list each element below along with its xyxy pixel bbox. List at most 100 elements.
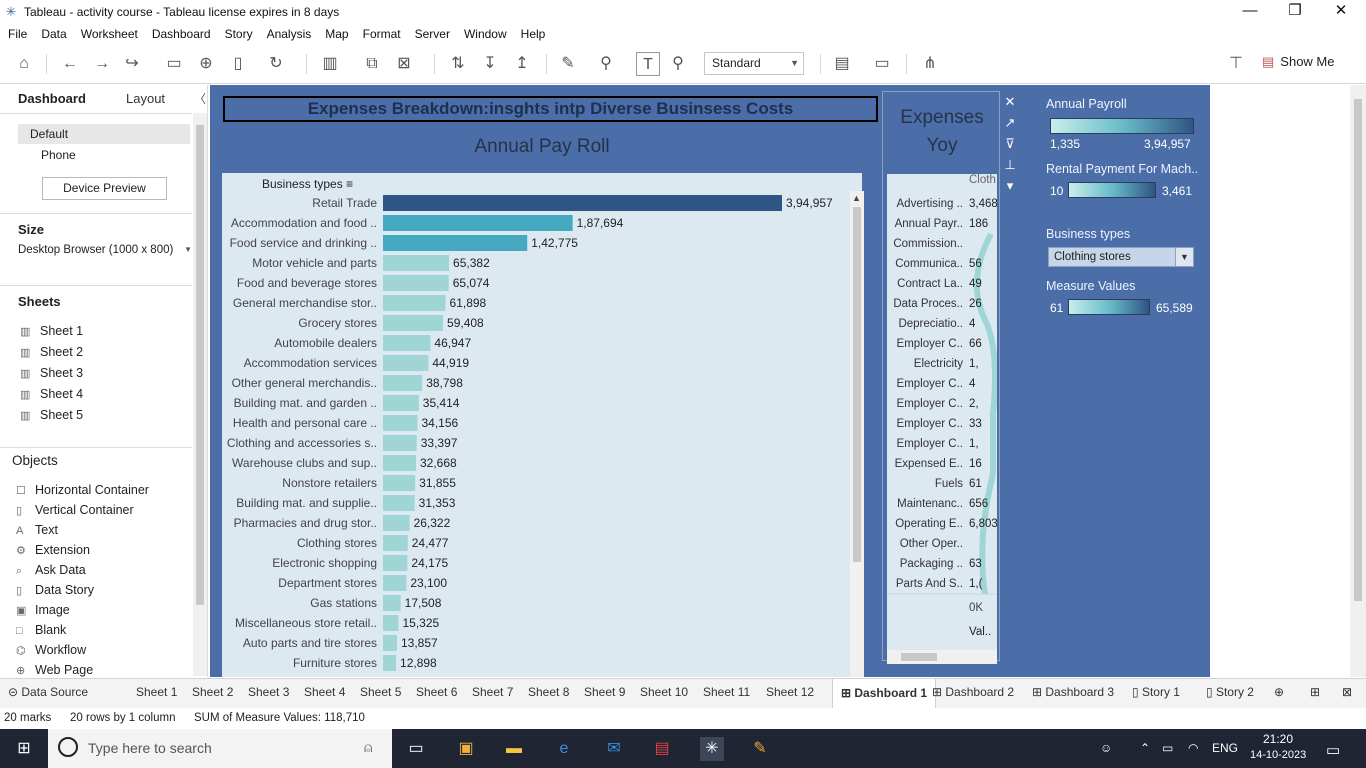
tab-sheet-11[interactable]: Sheet 11 xyxy=(703,685,750,699)
tab-story-2[interactable]: ▯ Story 2 xyxy=(1206,685,1254,699)
swap-rows-columns-icon[interactable]: ⇅ xyxy=(446,52,470,76)
language-indicator[interactable]: ENG xyxy=(1212,741,1238,755)
sheet-item[interactable]: ▥ Sheet 1 xyxy=(20,321,83,341)
object-workflow[interactable]: ⌬ Workflow xyxy=(16,640,86,660)
bar[interactable] xyxy=(383,435,417,451)
bar[interactable] xyxy=(383,515,410,531)
file-explorer-icon[interactable]: ▬ xyxy=(502,737,526,761)
bar[interactable] xyxy=(383,555,408,571)
show-mark-labels-icon[interactable]: T xyxy=(636,52,660,76)
windows-start-icon[interactable]: ⊞ xyxy=(12,737,36,761)
sheet-item[interactable]: ▥ Sheet 4 xyxy=(20,384,83,404)
rental-payment-legend[interactable]: Rental Payment For Mach.. 10 3,461 xyxy=(1046,162,1198,198)
annual-payroll-chart[interactable]: Business types ≡ Retail Trade 3,94,957 Acc… xyxy=(222,173,862,677)
object-vertical-container[interactable]: ▯ Vertical Container xyxy=(16,500,134,520)
yoy-row[interactable]: Packaging .. 63 xyxy=(887,554,997,574)
scroll-up-icon[interactable]: ▲ xyxy=(852,193,861,203)
new-worksheet-icon[interactable]: ▥ xyxy=(318,52,342,76)
bar[interactable] xyxy=(383,315,444,331)
wifi-icon[interactable]: ◠ xyxy=(1188,741,1198,755)
object-horizontal-container[interactable]: ☐ Horizontal Container xyxy=(16,480,149,500)
yoy-row[interactable]: Data Proces.. 26 xyxy=(887,294,997,314)
taskbar-search[interactable]: Type here to search ⍝ xyxy=(48,729,392,768)
task-view-icon[interactable]: ▭ xyxy=(404,737,428,761)
tab-sheet-8[interactable]: Sheet 8 xyxy=(528,685,569,699)
object-text[interactable]: A Text xyxy=(16,520,58,540)
clear-sheet-icon[interactable]: ⊠ xyxy=(392,52,416,76)
ask-data-icon[interactable]: ⊤ xyxy=(1224,52,1248,76)
tab-sheet-2[interactable]: Sheet 2 xyxy=(192,685,233,699)
share-icon[interactable]: ⋔ xyxy=(918,52,942,76)
bar[interactable] xyxy=(383,415,418,431)
restore-button[interactable]: ❐ xyxy=(1272,0,1318,24)
object-extension[interactable]: ⚙ Extension xyxy=(16,540,90,560)
collapse-pane-icon[interactable]: 〈 xyxy=(194,90,206,107)
tab-dashboard-3[interactable]: ⊞ Dashboard 3 xyxy=(1032,685,1114,699)
tab-dashboard-pane[interactable]: Dashboard xyxy=(18,91,86,106)
device-preview-button[interactable]: Device Preview xyxy=(42,177,167,200)
measure-values-legend[interactable]: Measure Values 61 65,589 xyxy=(1046,279,1193,315)
object-image[interactable]: ▣ Image xyxy=(16,600,70,620)
object-blank[interactable]: □ Blank xyxy=(16,620,66,640)
edge-icon[interactable]: e xyxy=(552,737,576,761)
yoy-row[interactable]: Depreciatio.. 4 xyxy=(887,314,997,334)
yoy-table[interactable]: Cloth 0K Val.. Advertising .. 3,468 Annual… xyxy=(887,174,997,660)
yoy-row[interactable]: Expensed E.. 16 xyxy=(887,454,997,474)
replay-icon[interactable]: ↪ xyxy=(120,52,144,76)
yoy-row[interactable]: Employer C.. 66 xyxy=(887,334,997,354)
menu-format[interactable]: Format xyxy=(363,27,401,41)
yoy-row[interactable]: Other Oper.. xyxy=(887,534,997,554)
tab-sheet-6[interactable]: Sheet 6 xyxy=(416,685,457,699)
people-icon[interactable]: ☺ xyxy=(1100,741,1112,755)
paint-icon[interactable]: ✎ xyxy=(748,737,772,761)
pause-updates-icon[interactable]: ▯ xyxy=(226,52,250,76)
presentation-mode-icon[interactable]: ▭ xyxy=(870,52,894,76)
go-to-sheet-icon[interactable]: ↗ xyxy=(1000,112,1020,133)
acrobat-icon[interactable]: ▤ xyxy=(650,737,674,761)
sheet-item[interactable]: ▥ Sheet 5 xyxy=(20,405,83,425)
mail-icon[interactable]: ✉ xyxy=(602,737,626,761)
bar[interactable] xyxy=(383,295,446,311)
bar[interactable] xyxy=(383,395,419,411)
tab-dashboard-1[interactable]: ⊞ Dashboard 1 xyxy=(832,679,937,708)
more-options-icon[interactable]: ▾ xyxy=(1000,175,1020,196)
menu-analysis[interactable]: Analysis xyxy=(267,27,312,41)
bar[interactable] xyxy=(383,535,408,551)
tab-layout-pane[interactable]: Layout xyxy=(126,91,165,106)
menu-file[interactable]: File xyxy=(8,27,27,41)
show-me-button[interactable]: ▤ Show Me xyxy=(1262,54,1335,70)
new-dashboard-tab-icon[interactable]: ⊞ xyxy=(1310,685,1320,699)
yoy-horizontal-scrollbar[interactable] xyxy=(887,650,997,664)
bar[interactable] xyxy=(383,655,397,671)
menu-worksheet[interactable]: Worksheet xyxy=(81,27,138,41)
clock-time[interactable]: 21:20 xyxy=(1263,732,1293,746)
menu-server[interactable]: Server xyxy=(415,27,450,41)
device-phone[interactable]: Phone xyxy=(41,145,76,165)
pin-icon[interactable]: ⊥ xyxy=(1000,154,1020,175)
tab-sheet-10[interactable]: Sheet 10 xyxy=(640,685,688,699)
chart-scrollbar[interactable]: ▲ xyxy=(850,191,864,677)
refresh-icon[interactable]: ↻ xyxy=(264,52,288,76)
new-story-tab-icon[interactable]: ⊠ xyxy=(1342,685,1352,699)
bar[interactable] xyxy=(383,335,431,351)
bar[interactable] xyxy=(383,575,407,591)
new-datasource-icon[interactable]: ⊕ xyxy=(194,52,218,76)
size-select[interactable]: Desktop Browser (1000 x 800) ▼ xyxy=(18,244,192,256)
yoy-row[interactable]: Communica.. 56 xyxy=(887,254,997,274)
bar[interactable] xyxy=(383,355,429,371)
yoy-row[interactable]: Contract La.. 49 xyxy=(887,274,997,294)
remove-from-dashboard-icon[interactable]: ✕ xyxy=(1000,91,1020,112)
home-icon[interactable]: ⌂ xyxy=(12,52,36,76)
sheet-item[interactable]: ▥ Sheet 3 xyxy=(20,363,83,383)
new-worksheet-tab-icon[interactable]: ⊕ xyxy=(1274,685,1284,699)
yoy-row[interactable]: Operating E.. 6,803 xyxy=(887,514,997,534)
annual-payroll-legend[interactable]: Annual Payroll 1,335 3,94,957 xyxy=(1046,97,1194,151)
bar[interactable] xyxy=(383,495,415,511)
menu-data[interactable]: Data xyxy=(41,27,66,41)
bar[interactable] xyxy=(383,195,782,211)
fix-axes-icon[interactable]: ⚲ xyxy=(666,52,690,76)
bar[interactable] xyxy=(383,475,416,491)
tab-sheet-3[interactable]: Sheet 3 xyxy=(248,685,289,699)
view-size-select[interactable]: Standard ▼ xyxy=(704,52,804,75)
yoy-row[interactable]: Commission.. xyxy=(887,234,997,254)
